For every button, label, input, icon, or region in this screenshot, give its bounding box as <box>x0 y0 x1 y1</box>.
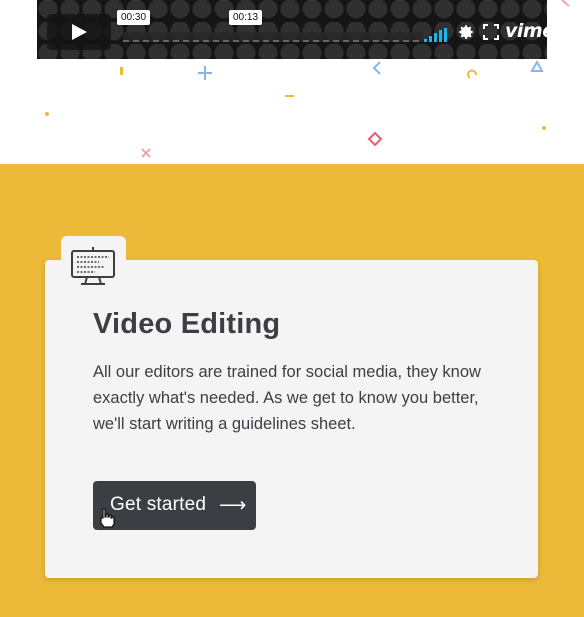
arrow-right-icon: ⟶ <box>219 495 247 516</box>
card-title: Video Editing <box>93 308 281 340</box>
card-icon-tab <box>61 236 126 285</box>
get-started-label: Get started <box>110 494 207 515</box>
get-started-button[interactable]: Get started ⟶ <box>93 481 256 530</box>
service-card: Video Editing All our editors are traine… <box>45 260 538 578</box>
monitor-editing-icon <box>71 247 115 285</box>
hand-pointer-icon <box>100 508 115 528</box>
confetti-decoration <box>45 0 570 158</box>
card-description: All our editors are trained for social m… <box>93 363 481 433</box>
top-section: 00:30 00:13 vimeo <box>0 0 584 164</box>
